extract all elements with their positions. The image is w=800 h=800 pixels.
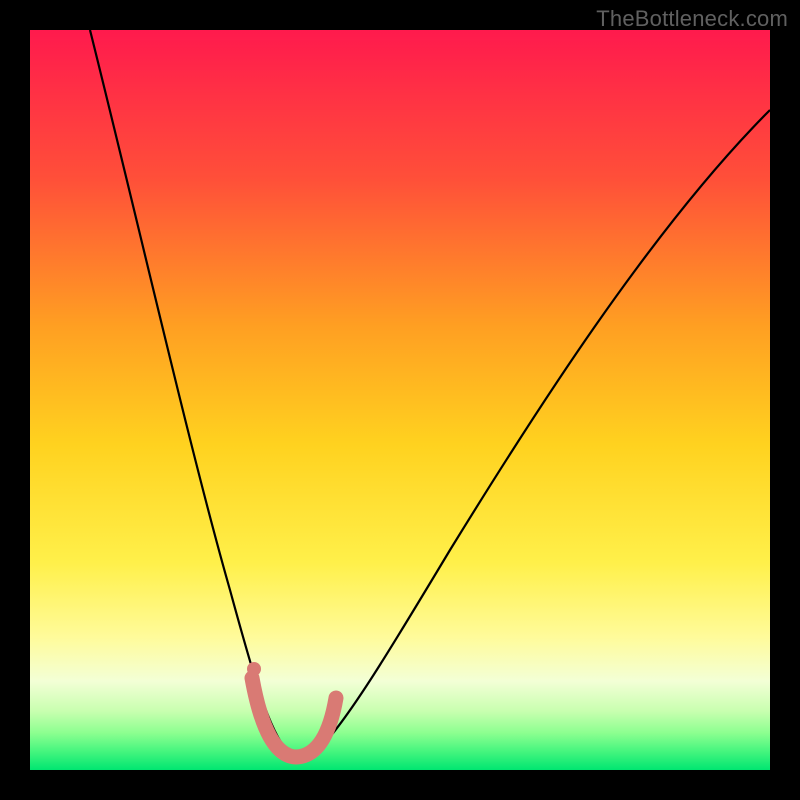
plot-area xyxy=(30,30,770,770)
accent-bowl xyxy=(252,678,336,757)
bottleneck-curve xyxy=(90,30,770,758)
curve-layer xyxy=(30,30,770,770)
outer-frame: TheBottleneck.com xyxy=(0,0,800,800)
watermark-text: TheBottleneck.com xyxy=(596,6,788,32)
